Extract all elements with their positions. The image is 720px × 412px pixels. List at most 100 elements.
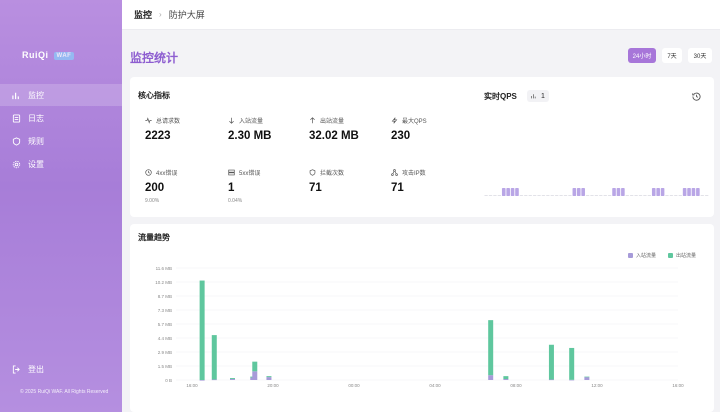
qps-bar — [590, 195, 594, 196]
bar-outbound[interactable] — [569, 347, 575, 380]
bar-inbound[interactable] — [211, 379, 217, 381]
qps-bar — [546, 195, 550, 196]
shield-icon — [309, 169, 316, 176]
bar-chart-icon — [531, 94, 536, 99]
sidebar-item-label: 设置 — [28, 159, 44, 169]
range-24h-button[interactable]: 24小时 — [628, 48, 656, 63]
sidebar-item-rules[interactable]: 规则 — [0, 130, 122, 152]
sidebar-item-settings[interactable]: 设置 — [0, 153, 122, 175]
range-7d-button[interactable]: 7天 — [662, 48, 682, 63]
bolt-icon — [391, 117, 398, 124]
qps-bar — [563, 195, 568, 196]
bar-outbound[interactable] — [503, 376, 509, 380]
bar-outbound[interactable] — [211, 335, 217, 380]
legend-swatch — [628, 253, 633, 258]
history-icon[interactable] — [692, 92, 701, 101]
metric-label: 拦截次数 — [320, 171, 345, 177]
brand-logo[interactable]: RuiQi WAF — [22, 50, 75, 60]
qps-bar — [621, 188, 625, 196]
qps-bar — [576, 188, 581, 196]
bar-inbound[interactable] — [488, 375, 494, 380]
breadcrumb-root[interactable]: 监控 — [134, 8, 152, 21]
qps-bar — [550, 195, 555, 196]
metric-sub: 0.04% — [228, 198, 243, 204]
logout-icon — [12, 365, 20, 374]
bar-inbound[interactable] — [503, 379, 509, 380]
brand-tag: WAF — [53, 52, 75, 60]
bar-outbound[interactable] — [199, 280, 205, 380]
x-tick-label: 12:00 — [591, 383, 603, 388]
qps-bar — [625, 195, 630, 196]
x-tick-label: 04:00 — [429, 383, 441, 388]
y-tick-label: 2.9 MB — [158, 350, 172, 355]
page-title: 监控统计 — [130, 51, 179, 65]
metric-blocked-count: 拦截次数 71 — [309, 168, 389, 194]
copyright-text: © 2025 RuiQi WAF. All Rights Reserved — [20, 389, 109, 395]
logout-label: 登出 — [28, 365, 44, 374]
metric-value: 2223 — [145, 130, 171, 142]
bar-outbound[interactable] — [252, 361, 258, 372]
qps-bar — [524, 195, 528, 196]
qps-bar — [519, 195, 524, 196]
qps-bar — [537, 195, 541, 196]
legend-item-inbound[interactable]: 入站流量 — [628, 252, 656, 259]
bar-inbound[interactable] — [230, 379, 235, 380]
bar-inbound[interactable] — [199, 380, 205, 381]
range-30d-button[interactable]: 30天 — [688, 48, 712, 63]
breadcrumb-current: 防护大屏 — [168, 10, 205, 20]
chart-bar-icon — [12, 92, 19, 99]
qps-bar — [638, 195, 643, 196]
bar-inbound[interactable] — [266, 377, 272, 380]
qps-bar — [669, 195, 674, 196]
metric-label: 出站流量 — [320, 119, 345, 125]
sidebar: RuiQi WAF 监控 日志 规则 设置 登出 © 2025 RuiQi WA… — [0, 0, 122, 412]
metric-attack-ips: 攻击IP数 71 — [391, 168, 471, 194]
y-tick-label: 5.7 MB — [158, 322, 172, 327]
bar-outbound[interactable] — [584, 376, 590, 378]
breadcrumb-separator: › — [159, 10, 162, 19]
sidebar-item-logs[interactable]: 日志 — [0, 107, 122, 129]
metric-label: 入站流量 — [239, 119, 264, 125]
bar-outbound[interactable] — [488, 320, 494, 376]
qps-bar — [704, 195, 709, 196]
metric-outbound-traffic: 出站流量 32.02 MB — [309, 116, 389, 142]
metric-value: 200 — [145, 182, 165, 194]
qps-title: 实时QPS — [484, 92, 517, 101]
qps-bar — [515, 188, 519, 196]
qps-value: 1 — [541, 92, 545, 100]
qps-bar — [616, 188, 621, 196]
qps-bar — [541, 195, 546, 196]
bar-outbound[interactable] — [230, 378, 235, 380]
server-icon — [228, 169, 235, 176]
clock-icon — [145, 169, 152, 176]
metric-value: 71 — [309, 182, 322, 194]
bar-inbound[interactable] — [584, 377, 590, 380]
bar-inbound[interactable] — [548, 379, 554, 381]
sidebar-item-label: 监控 — [28, 90, 44, 100]
y-tick-label: 11.6 MB — [156, 266, 172, 271]
shield-icon — [12, 136, 21, 146]
y-tick-label: 1.5 MB — [158, 364, 172, 369]
bar-inbound[interactable] — [252, 371, 258, 380]
x-tick-label: 00:00 — [348, 383, 360, 388]
legend-swatch — [668, 253, 673, 258]
bar-outbound[interactable] — [548, 344, 554, 380]
bar-outbound[interactable] — [266, 376, 272, 378]
qps-bar — [506, 188, 510, 196]
sidebar-item-monitor[interactable]: 监控 — [0, 84, 122, 106]
x-tick-label: 08:00 — [510, 383, 522, 388]
legend-label: 出站流量 — [676, 253, 697, 259]
metrics-title: 核心指标 — [138, 91, 170, 100]
sidebar-item-label: 日志 — [28, 113, 44, 123]
x-tick-label: 16:00 — [672, 383, 684, 388]
bar-inbound[interactable] — [569, 379, 575, 381]
legend-item-outbound[interactable]: 出站流量 — [668, 252, 696, 259]
metric-label: 攻击IP数 — [402, 171, 426, 177]
qps-bar — [532, 195, 537, 196]
qps-bar — [682, 188, 687, 196]
metric-max-qps: 最大QPS 230 — [391, 116, 471, 142]
y-tick-label: 0 B — [165, 378, 172, 383]
logout-button[interactable]: 登出 — [12, 364, 44, 375]
qps-bar — [572, 188, 577, 196]
qps-bar — [497, 195, 502, 196]
